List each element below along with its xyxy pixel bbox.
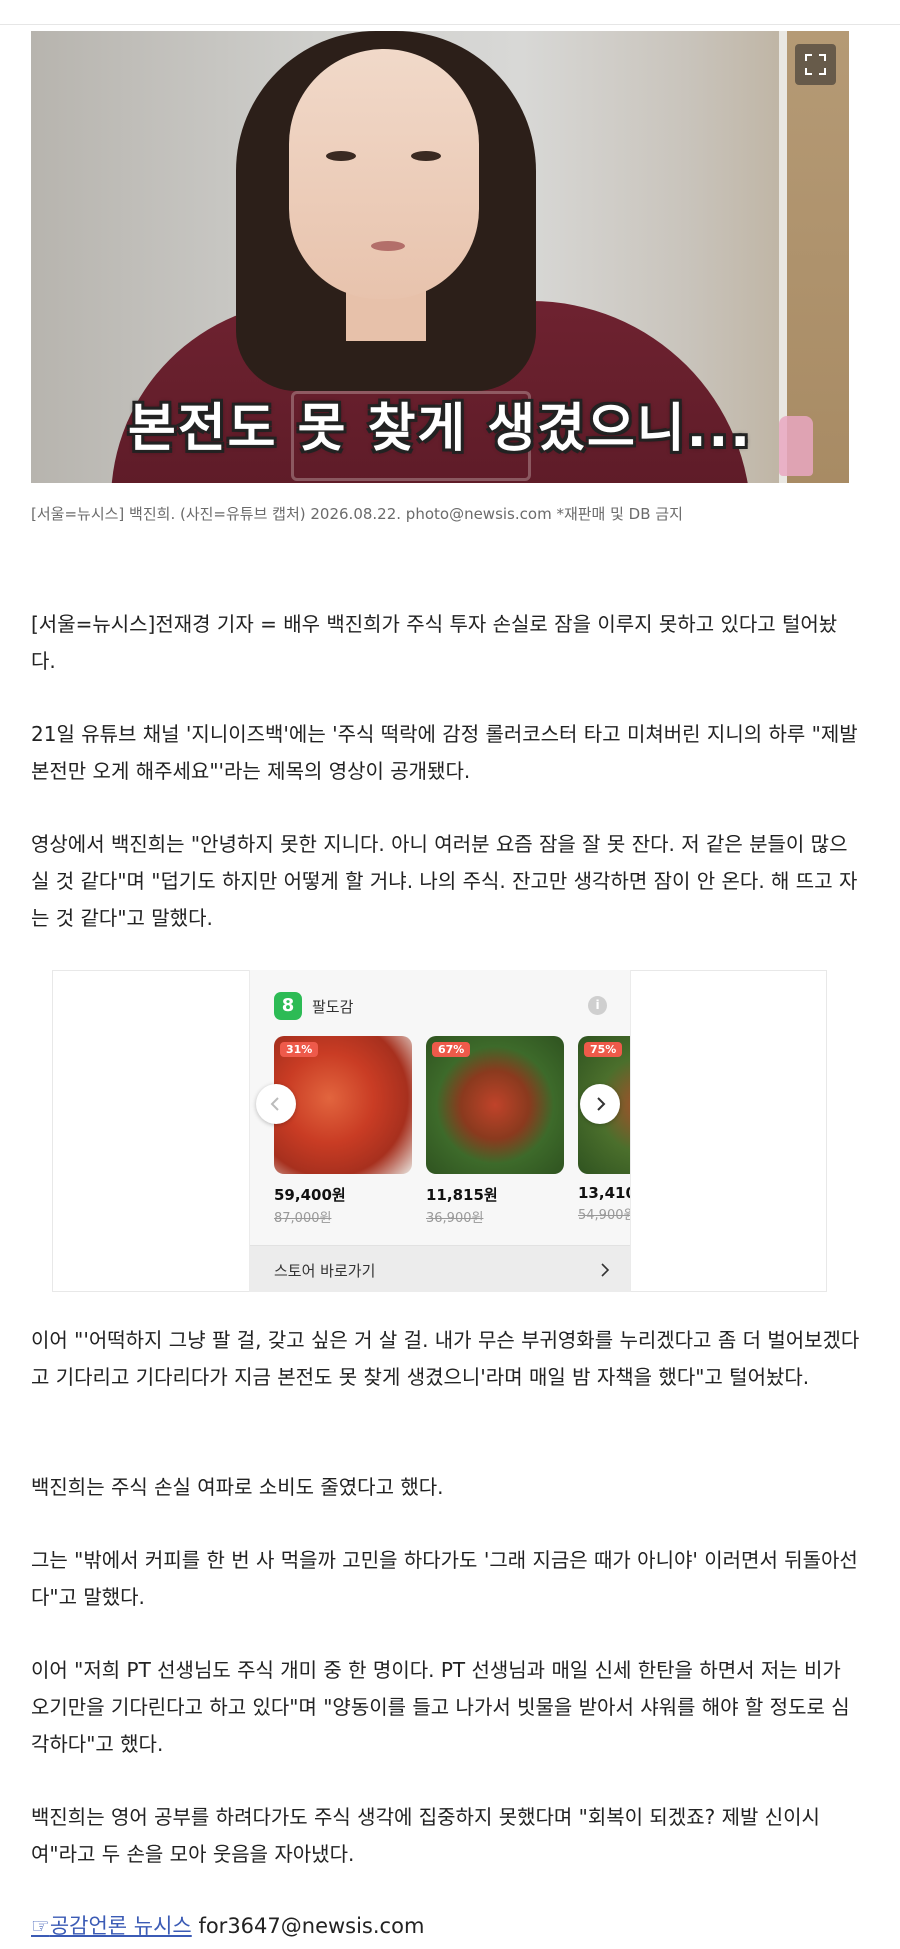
top-divider (0, 24, 900, 25)
article-paragraph: 21일 유튜브 채널 '지니이즈백'에는 '주식 떡락에 감정 롤러코스터 타고… (31, 722, 858, 783)
store-link-label: 스토어 바로가기 (274, 1262, 376, 1280)
product-price: 13,410 (578, 1184, 631, 1202)
product-image: 67% (426, 1036, 564, 1174)
article-paragraph: 이어 "저희 PT 선생님도 주식 개미 중 한 명이다. PT 선생님과 매일… (31, 1658, 850, 1756)
product-original-price: 54,900원 (578, 1208, 631, 1223)
info-icon[interactable]: i (588, 996, 607, 1015)
photo-overlay-caption: 본전도 못 찾게 생겼으니... (128, 399, 752, 459)
article-photo: 본전도 못 찾게 생겼으니... (31, 31, 849, 483)
photo-credit: [서울=뉴시스] 백진희. (사진=유튜브 캡처) 2026.08.22. ph… (31, 505, 683, 523)
expand-icon (805, 54, 826, 75)
product-card[interactable]: 75% 13,410 54,900원 (578, 1036, 631, 1223)
article-paragraph: 영상에서 백진희는 "안녕하지 못한 지니다. 아니 여러분 요즘 잠을 잘 못… (31, 832, 858, 930)
chevron-right-icon (597, 1097, 606, 1111)
store-link-button[interactable]: 스토어 바로가기 (250, 1245, 630, 1292)
fullscreen-button[interactable] (795, 44, 836, 85)
product-price: 59,400원 (274, 1186, 346, 1204)
article-paragraph: 이어 "'어떡하지 그냥 팔 걸, 갖고 싶은 거 살 걸. 내가 무슨 부귀영… (31, 1328, 860, 1389)
product-card[interactable]: 67% 11,815원 36,900원 (426, 1036, 564, 1226)
article-paragraph: [서울=뉴시스]전재경 기자 = 배우 백진희가 주식 투자 손실로 잠을 이루… (31, 612, 838, 673)
article-paragraph: 백진희는 영어 공부를 하려다가도 주식 생각에 집중하지 못했다며 "회복이 … (31, 1805, 820, 1866)
chevron-left-icon (270, 1097, 279, 1111)
hand-pointer-icon: ☞ (31, 1914, 50, 1938)
reporter-email: for3647@newsis.com (198, 1914, 425, 1938)
chevron-right-icon (601, 1263, 610, 1277)
news-source-link[interactable]: ☞공감언론 뉴시스 (31, 1914, 192, 1938)
article-paragraph: 백진희는 주식 손실 여파로 소비도 줄였다고 했다. (31, 1475, 444, 1499)
news-source-label: 공감언론 뉴시스 (49, 1914, 192, 1938)
ad-brand-name[interactable]: 팔도감 (312, 996, 353, 1017)
byline: ☞공감언론 뉴시스 for3647@newsis.com (31, 1910, 424, 1940)
product-card[interactable]: 31% 59,400원 87,000원 (274, 1036, 412, 1226)
discount-badge: 31% (280, 1042, 319, 1057)
product-price: 11,815원 (426, 1186, 498, 1204)
brand-logo-icon: 8 (274, 992, 302, 1020)
product-original-price: 36,900원 (426, 1211, 484, 1226)
product-original-price: 87,000원 (274, 1211, 332, 1226)
discount-badge: 75% (584, 1042, 623, 1057)
article-paragraph: 그는 "밖에서 커피를 한 번 사 먹을까 고민을 하다가도 '그래 지금은 때… (31, 1548, 858, 1609)
ad-card[interactable]: 8 팔도감 i 31% 59,400원 87,000원 67% 11,815원 … (249, 970, 631, 1292)
carousel-next-button[interactable] (580, 1084, 620, 1124)
carousel-prev-button[interactable] (256, 1084, 296, 1124)
discount-badge: 67% (432, 1042, 471, 1057)
